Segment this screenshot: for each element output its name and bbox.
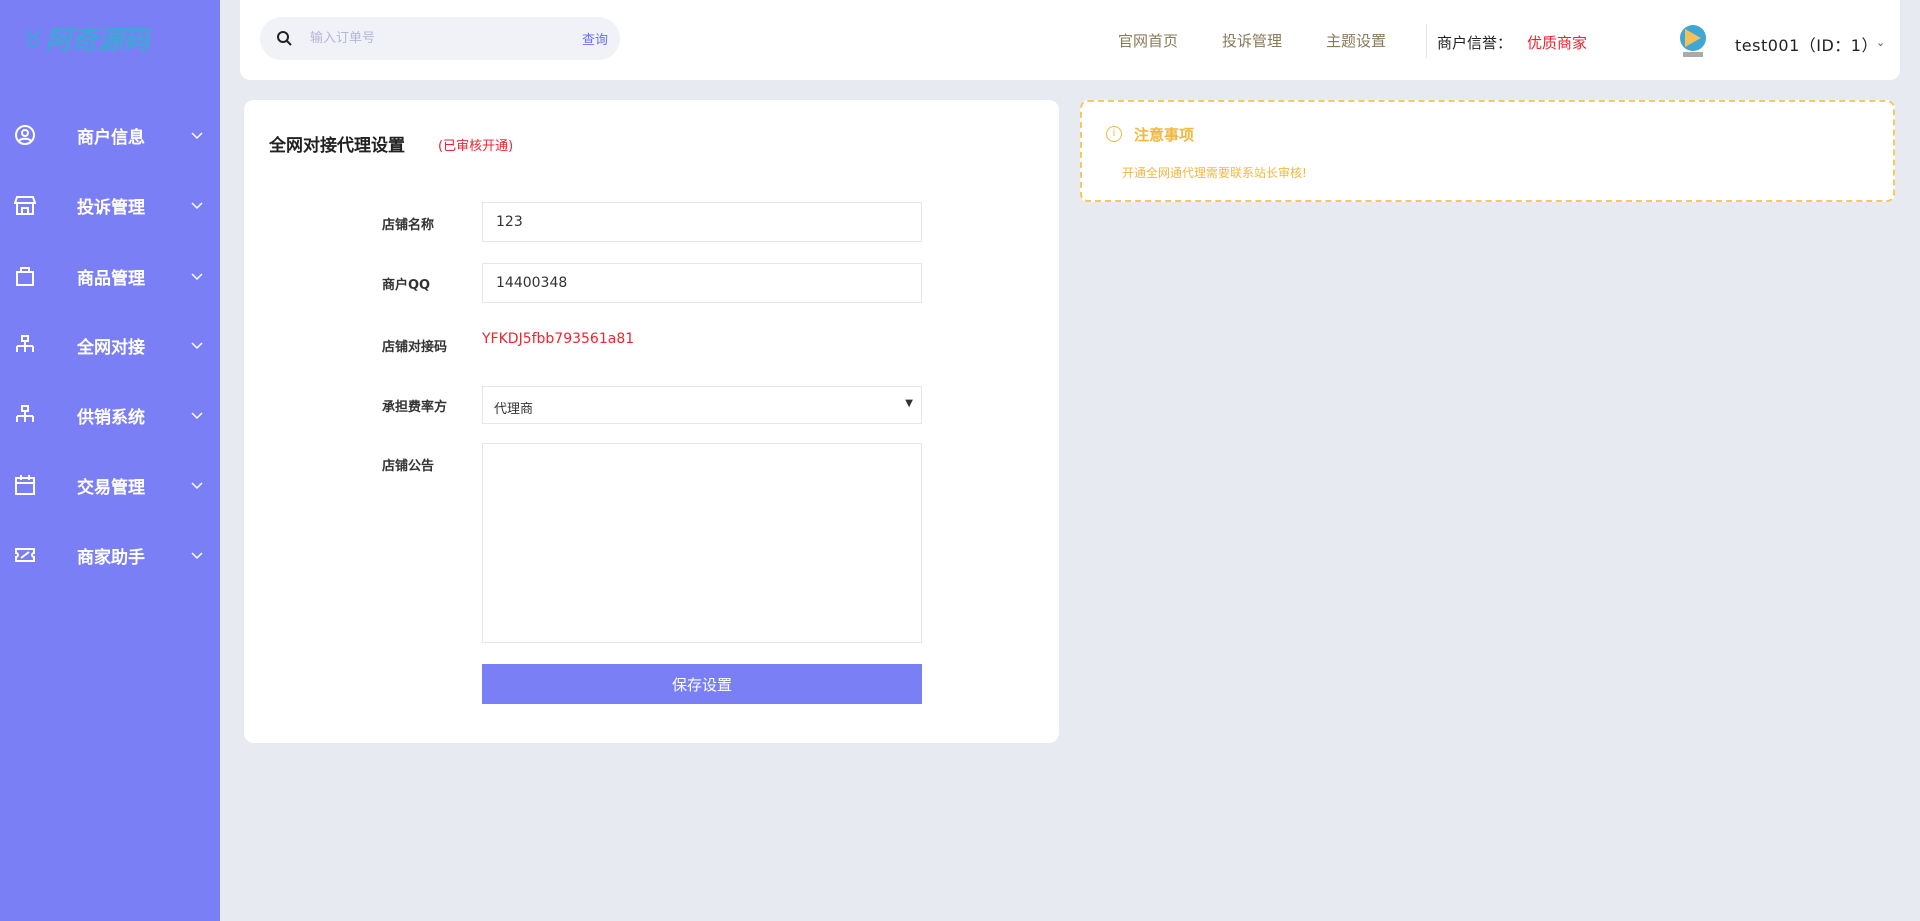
avatar[interactable] (1677, 23, 1709, 59)
header-divider (1426, 24, 1427, 58)
info-icon: i (1106, 126, 1122, 142)
user-menu[interactable]: test001（ID：1） (1735, 32, 1878, 56)
nav-home[interactable]: 官网首页 (1118, 30, 1178, 51)
qq-label: 商户QQ (382, 278, 431, 293)
page-title: 全网对接代理设置 (269, 136, 405, 156)
sidebar-item-transactions[interactable]: 交易管理 (0, 460, 220, 510)
sidebar-item-label: 供销系统 (77, 407, 145, 428)
bull-logo-icon: ♉ (22, 24, 44, 53)
calendar-icon (15, 475, 35, 495)
fee-bearer-select[interactable]: 代理商 ▼ (482, 386, 922, 424)
shop-name-input[interactable] (482, 202, 922, 242)
connect-code-value: YFKDJ5fbb793561a81 (482, 331, 635, 347)
fee-bearer-value: 代理商 (494, 402, 534, 417)
reputation-label: 商户信誉： (1437, 34, 1513, 52)
search-icon (277, 31, 292, 46)
sitemap-icon (16, 405, 34, 422)
sidebar-item-label: 投诉管理 (77, 197, 145, 218)
sidebar: ♉ 阿奇源码 商户信息 投诉管理 商品管理 全网对接 供销系统 交易管理 商家助手 (0, 0, 220, 921)
chevron-down-icon (191, 202, 203, 210)
sidebar-item-label: 商品管理 (77, 268, 145, 289)
notice-text: 开通全网通代理需要联系站长审核! (1122, 166, 1307, 180)
store-icon (14, 196, 36, 215)
shop-notice-textarea[interactable] (482, 443, 922, 643)
notice-title: 注意事项 (1134, 126, 1195, 144)
sitemap-icon (16, 335, 34, 352)
sidebar-item-label: 商户信息 (77, 127, 145, 148)
order-search-input[interactable] (310, 27, 510, 50)
order-search: 查询 (260, 17, 620, 60)
reputation-value: 优质商家 (1527, 34, 1588, 52)
chevron-down-icon (191, 412, 203, 420)
sidebar-item-label: 商家助手 (77, 547, 145, 568)
sidebar-item-merchant-info[interactable]: 商户信息 (0, 110, 220, 160)
save-button[interactable]: 保存设置 (482, 664, 922, 704)
logo[interactable]: ♉ 阿奇源码 (22, 20, 150, 57)
sidebar-item-network-connect[interactable]: 全网对接 (0, 320, 220, 370)
sidebar-item-label: 交易管理 (77, 477, 145, 498)
dropdown-arrow-icon: ▼ (905, 398, 913, 409)
chevron-down-icon (191, 482, 203, 490)
status-badge: (已审核开通) (438, 139, 514, 154)
top-header: 查询 官网首页 投诉管理 主题设置 商户信誉： 优质商家 test001（ID：… (240, 0, 1900, 80)
connect-code-label: 店铺对接码 (382, 340, 448, 355)
sidebar-item-supply-system[interactable]: 供销系统 (0, 390, 220, 440)
qq-input[interactable] (482, 263, 922, 303)
chevron-down-icon (191, 342, 203, 350)
user-circle-icon (15, 125, 35, 145)
nav-theme-settings[interactable]: 主题设置 (1326, 30, 1386, 51)
sidebar-item-merchant-assistant[interactable]: 商家助手 (0, 530, 220, 580)
chevron-down-icon (191, 552, 203, 560)
shop-name-label: 店铺名称 (382, 218, 435, 233)
sidebar-item-products[interactable]: 商品管理 (0, 251, 220, 301)
search-button[interactable]: 查询 (582, 29, 608, 48)
logo-text: 阿奇源码 (45, 26, 150, 56)
ticket-icon (15, 548, 35, 562)
sidebar-item-complaints[interactable]: 投诉管理 (0, 180, 220, 230)
chevron-down-icon (191, 132, 203, 140)
bag-icon (16, 267, 34, 286)
chevron-down-icon (191, 273, 203, 281)
notice-panel: i 注意事项 开通全网通代理需要联系站长审核! (1080, 100, 1895, 202)
shop-notice-label: 店铺公告 (382, 459, 435, 474)
chevron-down-icon[interactable]: ⌄ (1876, 36, 1885, 49)
agent-settings-card: 全网对接代理设置 (已审核开通) 店铺名称 商户QQ 店铺对接码 YFKDJ5f… (244, 100, 1059, 743)
sidebar-item-label: 全网对接 (77, 337, 145, 358)
fee-bearer-label: 承担费率方 (382, 400, 448, 415)
nav-complaints[interactable]: 投诉管理 (1222, 30, 1282, 51)
